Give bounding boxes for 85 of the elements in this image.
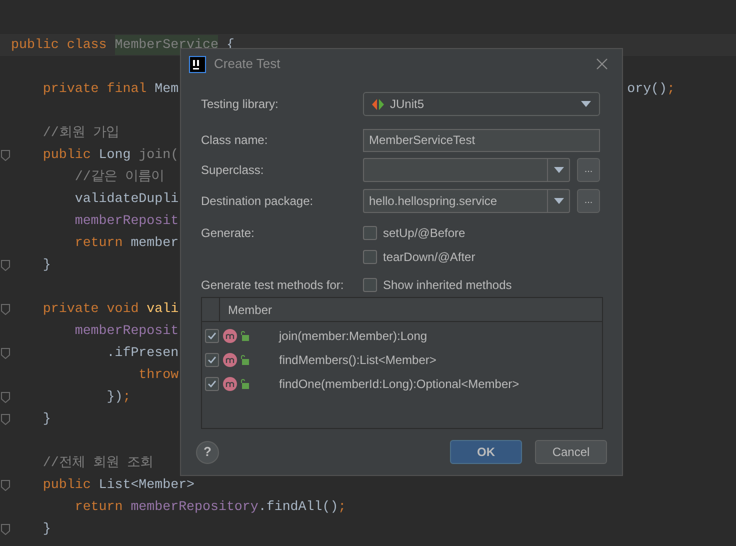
fold-marker-icon[interactable]: [1, 480, 10, 490]
code-text: Long: [98, 146, 132, 164]
field-label: Destination package:: [201, 193, 314, 210]
fold-marker-icon[interactable]: [1, 414, 10, 424]
code-text: member: [130, 234, 179, 252]
code-text: Mem: [154, 80, 179, 98]
method-signature: findOne(memberId:Long):Optional<Member>: [279, 376, 520, 393]
code-text: public: [42, 476, 92, 494]
padlock-icon: [240, 331, 249, 341]
browse-button[interactable]: ...: [577, 189, 600, 213]
field-label: Superclass:: [201, 162, 265, 179]
field-label: Class name:: [201, 132, 269, 149]
class-name-field[interactable]: MemberServiceTest: [363, 128, 600, 152]
dropdown-arrow-icon: [554, 167, 564, 173]
ok-button[interactable]: OK: [450, 440, 522, 464]
checkbox[interactable]: [363, 250, 377, 264]
code-text: throw: [138, 366, 179, 384]
fold-marker-icon[interactable]: [1, 524, 10, 534]
dropdown-arrow-icon: [554, 198, 564, 204]
code-text: }: [42, 256, 51, 274]
dropdown-value: JUnit5: [390, 96, 424, 113]
checkmark-icon: [207, 355, 217, 365]
code-text: }: [42, 520, 51, 538]
checkbox[interactable]: [205, 377, 219, 391]
checkbox[interactable]: [205, 329, 219, 343]
code-text: validateDupli: [74, 190, 179, 208]
checkbox-label: Show inherited methods: [383, 277, 512, 294]
code-text: memberRepository: [130, 498, 258, 516]
checkmark-icon: [207, 331, 217, 341]
code-text: return: [74, 498, 124, 516]
code-text: //같은 이름이: [74, 168, 164, 186]
code-text: .ifPresen: [106, 344, 179, 362]
method-signature: join(member:Member):Long: [279, 328, 428, 345]
fold-marker-icon[interactable]: [1, 392, 10, 402]
checkbox[interactable]: [363, 278, 377, 292]
combo-value: hello.hellospring.service: [368, 193, 498, 210]
method-icon: [223, 353, 237, 367]
cancel-button[interactable]: Cancel: [535, 440, 607, 464]
help-button[interactable]: ?: [196, 440, 219, 464]
code-text: memberReposit: [74, 322, 179, 340]
junit-icon: [372, 98, 384, 110]
fold-marker-icon[interactable]: [1, 260, 10, 270]
code-text: ;: [122, 388, 131, 406]
code-text: //회원 가입: [42, 124, 119, 142]
dialog-title: Create Test: [214, 55, 280, 74]
checkbox[interactable]: [205, 353, 219, 367]
method-signature: findMembers():List<Member>: [279, 352, 436, 369]
code-text: private void: [42, 300, 140, 318]
checkmark-icon: [207, 379, 217, 389]
code-text: ;: [338, 498, 346, 516]
testing-library-dropdown[interactable]: JUnit5: [363, 92, 600, 116]
superclass-combo[interactable]: [363, 158, 570, 182]
code-text: public class: [11, 36, 108, 54]
padlock-icon: [240, 379, 249, 389]
code-text: return: [74, 234, 124, 252]
close-icon[interactable]: [596, 58, 608, 70]
code-text: }): [106, 388, 123, 406]
code-text: List<Member>: [98, 476, 195, 494]
destination-package-combo[interactable]: hello.hellospring.service: [363, 189, 570, 213]
code-text: //전체 회원 조회: [42, 454, 153, 472]
browse-button[interactable]: ...: [577, 158, 600, 182]
method-icon: [223, 329, 237, 343]
dropdown-arrow-icon: [581, 101, 591, 107]
code-text: public: [42, 146, 92, 164]
code-text: .findAll(): [258, 498, 338, 516]
app-logo-icon: [189, 56, 206, 72]
checkbox-label: tearDown/@After: [383, 249, 476, 266]
code-text: vali: [146, 300, 179, 318]
fold-marker-icon[interactable]: [1, 304, 10, 314]
fold-marker-icon[interactable]: [1, 150, 10, 160]
field-label: Testing library:: [201, 96, 280, 113]
code-text: ;: [667, 80, 675, 98]
code-text: ory(): [627, 80, 668, 98]
checkbox-label: setUp/@Before: [383, 225, 466, 242]
padlock-icon: [240, 355, 249, 365]
field-label: Generate:: [201, 225, 256, 242]
code-text: private final: [42, 80, 148, 98]
checkbox[interactable]: [363, 226, 377, 240]
code-text: join(: [138, 146, 179, 164]
column-header: Member: [227, 302, 272, 318]
field-label: Generate test methods for:: [201, 277, 345, 294]
fold-marker-icon[interactable]: [1, 348, 10, 358]
code-text: }: [42, 410, 51, 428]
code-text: memberReposit: [74, 212, 179, 230]
method-icon: [223, 377, 237, 391]
